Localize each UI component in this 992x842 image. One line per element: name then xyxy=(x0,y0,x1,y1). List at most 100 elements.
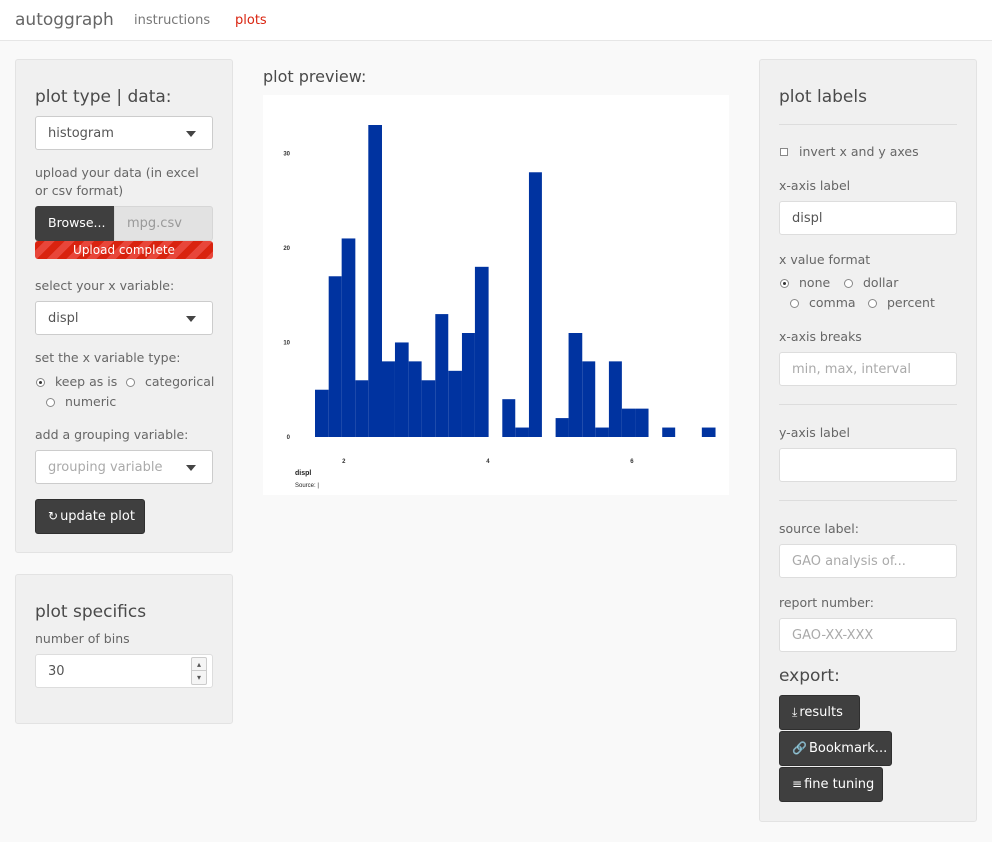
data-panel: plot type | data: histogram upload your … xyxy=(15,59,233,553)
file-upload: Browse... mpg.csv xyxy=(35,206,213,241)
source-caption: Source: | xyxy=(295,483,319,489)
specifics-title: plot specifics xyxy=(35,602,147,622)
group-placeholder: grouping variable xyxy=(48,460,163,475)
histogram-bar xyxy=(635,408,649,437)
update-plot-label: update plot xyxy=(60,509,135,524)
plot-area: 0 10 20 30 2 4 6 displ Source: | xyxy=(263,95,729,495)
yaxis-label-input[interactable] xyxy=(779,448,957,482)
y-tick-label: 0 xyxy=(287,435,291,441)
radio-keep-as-is[interactable] xyxy=(36,378,45,387)
radio-format-comma[interactable] xyxy=(790,299,799,308)
bins-input[interactable]: 30 xyxy=(35,654,213,688)
plot-type-value: histogram xyxy=(48,126,114,141)
xformat-label: x value format xyxy=(779,252,871,267)
x-var-label: select your x variable: xyxy=(35,278,175,293)
group-label: add a grouping variable: xyxy=(35,427,189,442)
xaxis-label-label: x-axis label xyxy=(779,178,851,193)
bins-stepper[interactable]: ▴ ▾ xyxy=(191,657,207,685)
histogram-bar xyxy=(582,361,596,437)
fine-tuning-button[interactable]: ≡ fine tuning xyxy=(779,767,883,802)
upload-progress-bar: Upload complete xyxy=(35,241,213,259)
xbreaks-input[interactable]: min, max, interval xyxy=(779,352,957,386)
group-select[interactable]: grouping variable xyxy=(35,450,213,484)
navbar: autoggraph instructions plots xyxy=(0,0,992,41)
invert-axes-checkbox[interactable] xyxy=(780,148,788,156)
export-title: export: xyxy=(779,666,840,686)
update-plot-button[interactable]: ↻ update plot xyxy=(35,499,145,534)
histogram-bar xyxy=(341,238,356,437)
x-axis-label: displ xyxy=(295,470,311,477)
histogram-bar xyxy=(608,361,622,437)
chevron-down-icon xyxy=(186,465,196,471)
report-number-input[interactable]: GAO-XX-XXX xyxy=(779,618,957,652)
radio-format-percent[interactable] xyxy=(868,299,877,308)
bins-value: 30 xyxy=(48,664,65,679)
source-label-input[interactable]: GAO analysis of... xyxy=(779,544,957,578)
histogram-bar xyxy=(394,342,409,437)
xaxis-label-input[interactable]: displ xyxy=(779,201,957,235)
stepper-up-icon[interactable]: ▴ xyxy=(192,658,206,671)
histogram-chart: 0 10 20 30 2 4 6 displ Source: | xyxy=(283,125,716,489)
histogram-bar xyxy=(621,408,636,437)
plot-type-select[interactable]: histogram xyxy=(35,116,213,150)
upload-label: upload your data (in excel or csv format… xyxy=(35,165,199,198)
y-tick-label: 10 xyxy=(283,340,290,346)
histogram-bar xyxy=(355,380,369,437)
download-icon: ⤓ xyxy=(792,705,798,719)
radio-numeric-label: numeric xyxy=(65,394,117,409)
fine-tuning-label: fine tuning xyxy=(804,777,875,792)
data-panel-title: plot type | data: xyxy=(35,87,172,107)
histogram-bar xyxy=(555,418,569,437)
labels-panel: plot labels invert x and y axes x-axis l… xyxy=(759,59,977,822)
divider xyxy=(779,500,957,501)
histogram-bar xyxy=(461,333,475,437)
radio-format-none[interactable] xyxy=(780,279,789,288)
results-button[interactable]: ⤓ results xyxy=(779,695,860,730)
x-type-label: set the x variable type: xyxy=(35,350,181,365)
stepper-down-icon[interactable]: ▾ xyxy=(192,671,206,684)
histogram-bar xyxy=(421,380,436,437)
source-placeholder: GAO analysis of... xyxy=(792,554,906,569)
browse-button[interactable]: Browse... xyxy=(35,206,114,241)
histogram-bar xyxy=(381,361,395,437)
nav-plots[interactable]: plots xyxy=(235,13,267,28)
histogram-bar xyxy=(701,427,716,437)
brand[interactable]: autoggraph xyxy=(15,10,114,30)
histogram-bar xyxy=(368,125,382,437)
radio-numeric[interactable] xyxy=(46,398,55,407)
x-var-value: displ xyxy=(48,311,79,326)
report-placeholder: GAO-XX-XXX xyxy=(792,628,874,643)
radio-categorical[interactable] xyxy=(126,378,135,387)
bookmark-button[interactable]: 🔗 Bookmark... xyxy=(779,731,892,766)
preview-title: plot preview: xyxy=(263,67,367,86)
histogram-bar xyxy=(502,399,516,437)
divider xyxy=(779,404,957,405)
radio-format-dollar-label: dollar xyxy=(863,275,899,290)
x-tick-label: 4 xyxy=(486,459,490,465)
xbreaks-placeholder: min, max, interval xyxy=(792,362,911,377)
chevron-down-icon xyxy=(186,131,196,137)
histogram-bar xyxy=(595,427,609,437)
link-icon: 🔗 xyxy=(792,741,807,755)
file-name-field: mpg.csv xyxy=(114,206,213,241)
refresh-icon: ↻ xyxy=(48,509,59,523)
y-tick-label: 30 xyxy=(283,151,290,157)
histogram-bar xyxy=(328,276,342,437)
x-var-select[interactable]: displ xyxy=(35,301,213,335)
specifics-panel: plot specifics number of bins 30 ▴ ▾ xyxy=(15,574,233,724)
nav-instructions[interactable]: instructions xyxy=(134,13,210,28)
radio-format-dollar[interactable] xyxy=(844,279,853,288)
y-tick-label: 20 xyxy=(283,246,290,252)
divider xyxy=(779,124,957,125)
xbreaks-label: x-axis breaks xyxy=(779,329,862,344)
histogram-bar xyxy=(435,314,449,437)
histogram-bar xyxy=(474,266,489,437)
radio-format-none-label: none xyxy=(799,275,831,290)
radio-categorical-label: categorical xyxy=(145,374,215,389)
histogram-bar xyxy=(315,389,329,437)
histogram-bar xyxy=(528,172,542,437)
results-label: results xyxy=(799,705,843,720)
invert-axes-label: invert x and y axes xyxy=(799,144,919,159)
x-tick-label: 2 xyxy=(342,459,346,465)
x-tick-label: 6 xyxy=(630,459,634,465)
